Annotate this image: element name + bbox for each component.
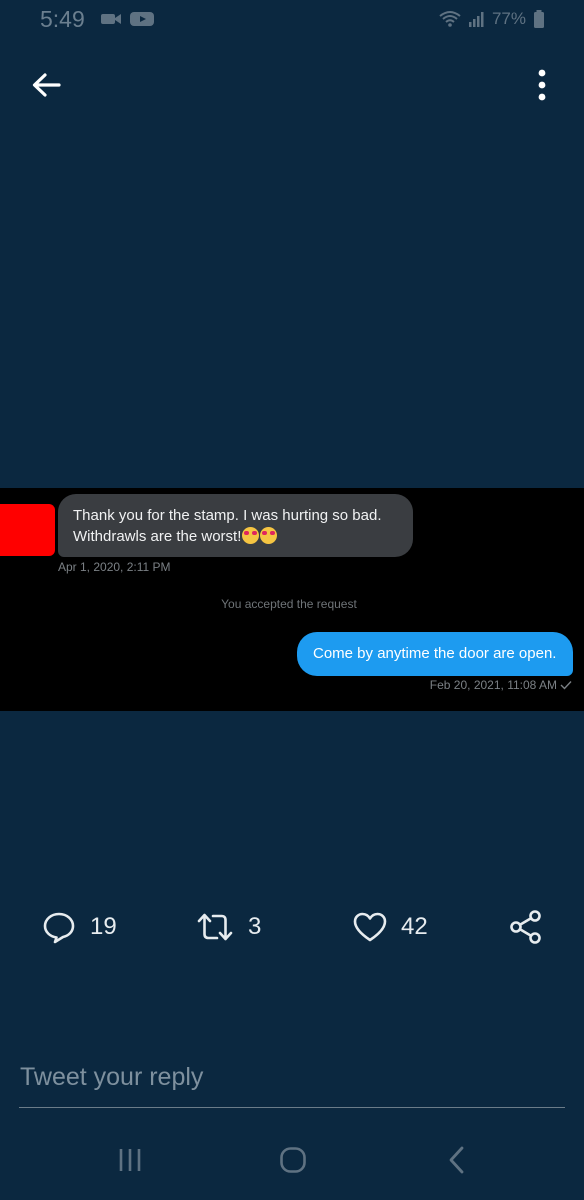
wifi-icon xyxy=(438,10,462,28)
redacted-avatar xyxy=(0,504,55,556)
retweet-count: 3 xyxy=(248,913,262,940)
share-button[interactable] xyxy=(508,902,544,952)
status-time: 5:49 xyxy=(40,6,85,32)
more-vertical-icon xyxy=(538,69,546,101)
outgoing-message-text: Come by anytime the door are open. xyxy=(313,645,557,662)
video-call-icon xyxy=(100,11,122,27)
retweet-button[interactable]: 3 xyxy=(196,902,261,952)
system-message: You accepted the request xyxy=(221,597,357,611)
outgoing-message-timestamp: Feb 20, 2021, 11:08 AM xyxy=(429,678,557,692)
signal-icon xyxy=(468,10,486,28)
reply-input-underline xyxy=(19,1107,565,1108)
tweet-actions: 19 3 42 xyxy=(0,902,584,952)
battery-icon xyxy=(532,9,546,29)
heart-icon xyxy=(353,912,387,942)
like-button[interactable]: 42 xyxy=(353,902,428,952)
status-icons-left xyxy=(100,11,154,27)
more-options-button[interactable] xyxy=(530,66,554,104)
heart-eyes-emoji xyxy=(242,527,260,544)
incoming-message-bubble: Thank you for the stamp. I was hurting s… xyxy=(58,494,413,557)
top-bar xyxy=(0,60,584,110)
outgoing-message-timestamp-row: Feb 20, 2021, 11:08 AM xyxy=(430,678,572,692)
retweet-icon xyxy=(197,913,233,941)
incoming-message-text: Thank you for the stamp. I was hurting s… xyxy=(73,507,382,545)
status-icons-right: 77% xyxy=(438,9,546,29)
recent-apps-icon xyxy=(119,1149,141,1171)
home-icon xyxy=(280,1147,306,1173)
home-button[interactable] xyxy=(273,1143,313,1177)
reply-button[interactable]: 19 xyxy=(42,902,117,952)
like-count: 42 xyxy=(401,913,428,940)
reply-icon xyxy=(43,912,75,944)
nav-back-button[interactable] xyxy=(436,1143,476,1177)
back-icon xyxy=(449,1146,464,1174)
back-button[interactable] xyxy=(28,68,64,102)
battery-percent: 77% xyxy=(491,9,526,28)
outgoing-message-bubble: Come by anytime the door are open. xyxy=(297,632,573,676)
status-bar: 5:49 77% xyxy=(0,0,584,40)
system-navigation-bar xyxy=(0,1135,584,1185)
share-icon xyxy=(510,910,541,944)
incoming-message-timestamp: Apr 1, 2020, 2:11 PM xyxy=(58,560,171,574)
tweet-reply-input[interactable]: Tweet your reply xyxy=(20,1063,203,1092)
reply-count: 19 xyxy=(90,913,117,940)
heart-eyes-emoji xyxy=(260,527,278,544)
recent-apps-button[interactable] xyxy=(110,1143,150,1177)
checkmark-icon xyxy=(560,681,572,690)
arrow-left-icon xyxy=(32,73,61,97)
tweet-media-image[interactable]: Thank you for the stamp. I was hurting s… xyxy=(0,488,584,711)
youtube-icon xyxy=(130,11,154,27)
